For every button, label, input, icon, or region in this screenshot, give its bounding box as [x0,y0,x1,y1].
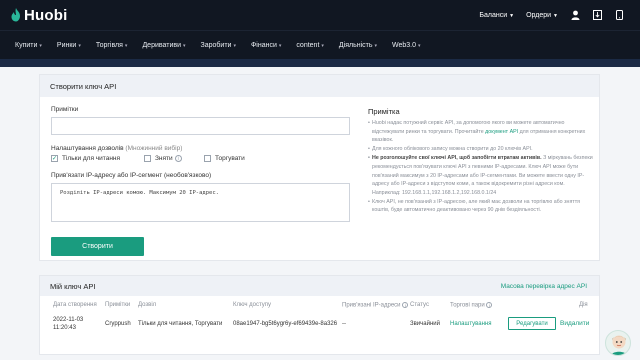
nav-trade[interactable]: Торгівля ▾ [96,42,128,49]
huobi-logo[interactable]: Huobi [10,7,68,24]
col-action: Дія [579,302,588,308]
col-status: Статус [410,302,429,308]
col-notes: Примітки [105,302,131,308]
remark-item: Не розголошуйте свої ключі API, щоб запо… [368,154,593,197]
my-keys-header: Мій ключ API Масова перевірка адрес API [40,276,599,296]
nav-finance[interactable]: Фінанси ▾ [251,42,281,49]
info-icon[interactable]: i [402,302,409,308]
nav-activity[interactable]: Діяльність ▾ [339,42,377,49]
api-docs-link[interactable]: документ API [485,129,518,135]
main-nav: Купити ▾ Ринки ▾ Торгівля ▾ Деривативи ▾ Зар… [0,30,640,59]
ip-label: Прив'язати IP-адресу або IP-сегмент (нео… [51,172,212,179]
perm-withdraw-checkbox[interactable]: Зняти i [144,155,182,162]
my-keys-title: Мій ключ API [50,281,96,291]
perm-trade-checkbox[interactable]: Торгувати [204,155,245,162]
top-bar: Huobi Баланси ▼ Ордери ▼ [0,0,640,30]
row-status: Звичайний [410,321,440,327]
row-access-key: 08ae1947-bg5t6ygr6y-ef69439e-8a326 [233,321,338,327]
download-icon[interactable] [592,10,602,20]
notes-label: Примітки [51,106,79,113]
row-time: 11:20:43 [53,325,76,331]
orders-menu[interactable]: Ордери ▼ [526,12,558,19]
delete-button[interactable]: Видалити [560,320,589,327]
col-bound-ips: Прив'язані IP-адреси i [342,302,409,309]
support-avatar[interactable] [605,330,631,356]
nav-buy[interactable]: Купити ▾ [15,42,42,49]
header-band [0,59,640,67]
flame-icon [11,8,20,22]
edit-button[interactable]: Редагувати [508,317,556,330]
nav-content[interactable]: content ▾ [296,42,323,49]
my-api-keys-card: Мій ключ API Масова перевірка адрес API … [39,275,600,355]
permissions-label: Налаштування дозволів (Множинний вибір) [51,145,183,152]
create-card-title: Створити ключ API [40,75,599,97]
remark-item: Ключ API, не пов'язаний з IP-адресою, ал… [368,198,593,215]
row-ips: -- [342,321,346,327]
trading-pairs-settings-link[interactable]: Налаштування [450,321,491,327]
brand-name: Huobi [24,6,68,24]
nav-markets[interactable]: Ринки ▾ [57,42,81,49]
top-right-menu: Баланси ▼ Ордери ▼ [479,0,624,30]
row-permission: Тільки для читання, Торгувати [138,321,223,327]
bulk-check-link[interactable]: Масова перевірка адрес API [501,283,587,290]
support-avatar-icon [610,335,628,355]
ip-placeholder: Розділіть IP-адреси комою. Максимум 20 I… [60,190,219,196]
remarks-list: Huobi надає потужний сервіс API, за допо… [368,119,593,216]
ip-textarea[interactable]: Розділіть IP-адреси комою. Максимум 20 I… [51,183,350,222]
perm-read-checkbox[interactable]: ✓ Тільки для читання [51,155,120,162]
col-date: Дата створення [53,302,97,308]
row-date: 2022-11-03 [53,317,84,323]
checkmark-icon: ✓ [51,155,58,162]
nav-derivatives[interactable]: Деривативи ▾ [142,42,185,49]
phone-icon[interactable] [614,10,624,20]
col-permission: Дозвіл [138,302,157,308]
notes-input[interactable] [51,117,350,135]
create-button[interactable]: Створити [51,237,144,256]
remark-item: Для кожного облікового запису можна ство… [368,145,593,154]
remarks-title: Примітка [368,107,400,116]
col-access-key: Ключ доступу [233,302,272,308]
balances-menu[interactable]: Баланси ▼ [479,12,514,19]
create-api-key-card: Створити ключ API Примітки Налаштування … [39,74,600,261]
nav-earn[interactable]: Заробити ▾ [201,42,236,49]
info-icon[interactable]: i [174,155,182,162]
info-icon[interactable]: i [486,302,493,308]
remark-item: Huobi надає потужний сервіс API, за допо… [368,119,593,145]
nav-web3[interactable]: Web3.0 ▾ [392,42,421,49]
user-icon[interactable] [570,10,580,20]
row-note: Cryppush [105,321,131,327]
col-pairs: Торгові пари i [450,302,493,309]
